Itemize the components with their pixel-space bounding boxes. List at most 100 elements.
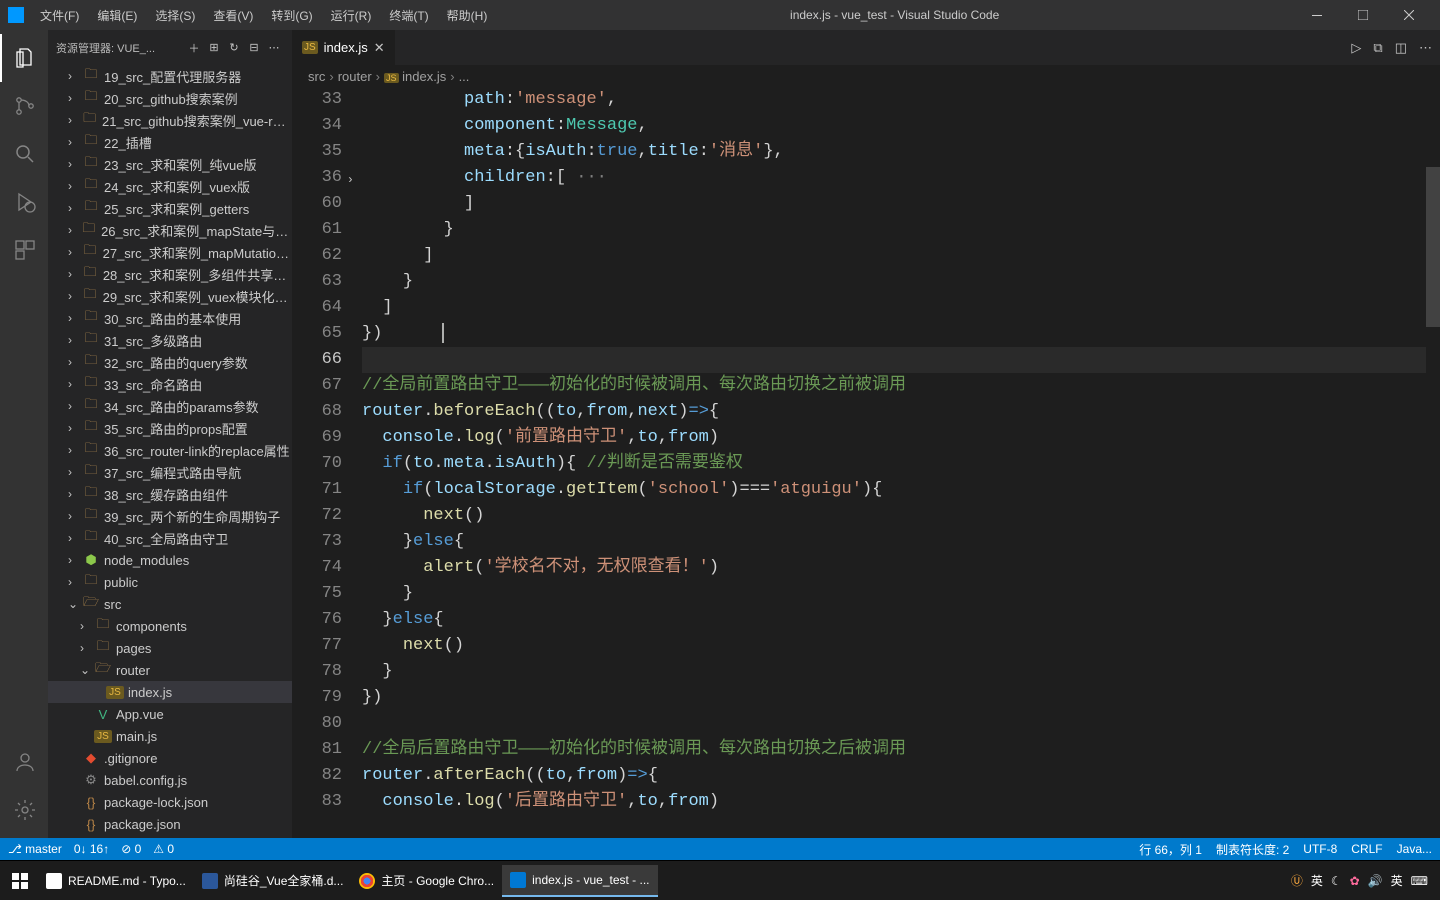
more-icon[interactable]: ⋯ [264,41,284,54]
code-line[interactable]: }) [362,685,1426,711]
editor-body[interactable]: 33343536›6061626364656667686970717273747… [292,87,1440,838]
code[interactable]: path:'message', component:Message, meta:… [362,87,1426,838]
tree-item[interactable]: ›🗀27_src_求和案例_mapMutations... [48,241,292,263]
status-errors[interactable]: ⊘ 0 [121,842,141,856]
code-line[interactable]: component:Message, [362,113,1426,139]
code-line[interactable]: next() [362,503,1426,529]
status-sync[interactable]: 0↓ 16↑ [74,842,109,856]
menu-item[interactable]: 转到(G) [263,3,320,28]
code-line[interactable]: } [362,581,1426,607]
tree-item[interactable]: VApp.vue [48,703,292,725]
breadcrumb-item[interactable]: ... [459,69,470,84]
tree-item[interactable]: ›🗀24_src_求和案例_vuex版 [48,175,292,197]
tree-item[interactable]: ›🗀40_src_全局路由守卫 [48,527,292,549]
code-line[interactable]: console.log('前置路由守卫',to,from) [362,425,1426,451]
status-tabsize[interactable]: 制表符长度: 2 [1216,841,1289,858]
code-line[interactable]: //全局前置路由守卫———初始化的时候被调用、每次路由切换之前被调用 [362,373,1426,399]
code-line[interactable]: ] [362,191,1426,217]
menu-item[interactable]: 选择(S) [147,3,203,28]
tree-item[interactable]: ›🗀public [48,571,292,593]
tree-item[interactable]: ›🗀35_src_路由的props配置 [48,417,292,439]
menu-item[interactable]: 编辑(E) [89,3,145,28]
taskbar-app[interactable]: 尚硅谷_Vue全家桶.d... [194,865,352,897]
tree-item[interactable]: ›🗀23_src_求和案例_纯vue版 [48,153,292,175]
code-line[interactable]: ] [362,243,1426,269]
code-line[interactable]: //全局后置路由守卫———初始化的时候被调用、每次路由切换之后被调用 [362,737,1426,763]
breadcrumb[interactable]: src›router›JS index.js›... [292,65,1440,87]
code-line[interactable]: } [362,659,1426,685]
tree-item[interactable]: JSmain.js [48,725,292,747]
scrollbar[interactable] [1426,87,1440,838]
activity-search[interactable] [0,130,48,178]
status-lang[interactable]: Java... [1397,842,1432,856]
breadcrumb-item[interactable]: src [308,69,325,84]
compare-icon[interactable]: ⧉ [1373,40,1382,56]
close-button[interactable] [1386,0,1432,30]
tree-item[interactable]: ›🗀20_src_github搜索案例 [48,87,292,109]
activity-explorer[interactable] [0,34,48,82]
code-line[interactable]: next() [362,633,1426,659]
status-cursor[interactable]: 行 66，列 1 [1139,841,1202,858]
activity-debug[interactable] [0,178,48,226]
status-branch[interactable]: ⎇ master [8,842,62,856]
code-line[interactable]: children:[ ··· [362,165,1426,191]
tree-item[interactable]: ›🗀30_src_路由的基本使用 [48,307,292,329]
close-icon[interactable]: ✕ [374,40,385,56]
tab-index-js[interactable]: JS index.js ✕ [292,30,396,65]
tree-item[interactable]: ›🗀components [48,615,292,637]
code-line[interactable]: router.beforeEach((to,from,next)=>{ [362,399,1426,425]
new-folder-icon[interactable]: ⊞ [204,41,224,54]
tree-item[interactable]: {}package-lock.json [48,791,292,813]
tree-item[interactable]: ›🗀33_src_命名路由 [48,373,292,395]
tree-item[interactable]: ›🗀28_src_求和案例_多组件共享数据 [48,263,292,285]
tree-item[interactable]: ›🗀36_src_router-link的replace属性 [48,439,292,461]
status-encoding[interactable]: UTF-8 [1303,842,1337,856]
tree-item[interactable]: JSindex.js [48,681,292,703]
tree-item[interactable]: ›🗀31_src_多级路由 [48,329,292,351]
tray-flower-icon[interactable]: ✿ [1350,874,1360,888]
code-line[interactable] [362,347,1426,373]
refresh-icon[interactable]: ↻ [224,41,244,54]
tree-item[interactable]: ⌄🗁router [48,659,292,681]
tree-item[interactable]: ›🗀21_src_github搜索案例_vue-reso... [48,109,292,131]
taskbar-app[interactable]: index.js - vue_test - ... [502,865,657,897]
activity-settings[interactable] [0,786,48,834]
menu-item[interactable]: 终端(T) [381,3,436,28]
code-line[interactable]: }else{ [362,607,1426,633]
activity-account[interactable] [0,738,48,786]
tray-volume-icon[interactable]: 🔊 [1368,874,1383,888]
taskbar-app[interactable]: README.md - Typo... [38,865,194,897]
status-eol[interactable]: CRLF [1351,842,1382,856]
code-line[interactable]: path:'message', [362,87,1426,113]
new-file-icon[interactable]: ＋ [184,40,204,56]
tree-item[interactable]: ›🗀38_src_缓存路由组件 [48,483,292,505]
fold-icon[interactable]: › [347,167,354,193]
code-line[interactable]: if(localStorage.getItem('school')==='atg… [362,477,1426,503]
tree-item[interactable]: ›🗀34_src_路由的params参数 [48,395,292,417]
tree-item[interactable]: ›🗀32_src_路由的query参数 [48,351,292,373]
menu-item[interactable]: 文件(F) [32,3,87,28]
code-line[interactable] [362,711,1426,737]
code-line[interactable]: }) [362,321,1426,347]
tray-keyboard-icon[interactable]: ⌨ [1411,874,1428,888]
activity-extensions[interactable] [0,226,48,274]
minimize-button[interactable] [1294,0,1340,30]
tree-item[interactable]: ›🗀29_src_求和案例_vuex模块化编码 [48,285,292,307]
split-icon[interactable]: ◫ [1395,40,1407,56]
code-line[interactable]: } [362,217,1426,243]
menu-item[interactable]: 查看(V) [205,3,261,28]
tray-ime-label[interactable]: 英 [1311,872,1323,889]
system-tray[interactable]: Ⓤ 英 ☾ ✿ 🔊 英 ⌨ [1291,872,1436,889]
breadcrumb-item[interactable]: router [338,69,372,84]
more-icon[interactable]: ⋯ [1419,40,1432,56]
collapse-icon[interactable]: ⊟ [244,41,264,54]
menu-item[interactable]: 帮助(H) [439,3,496,28]
tray-ime-icon[interactable]: Ⓤ [1291,872,1303,889]
tree-item[interactable]: ›🗀39_src_两个新的生命周期钩子 [48,505,292,527]
tree-item[interactable]: {}package.json [48,813,292,835]
code-line[interactable]: meta:{isAuth:true,title:'消息'}, [362,139,1426,165]
tree-item[interactable]: ›🗀37_src_编程式路由导航 [48,461,292,483]
tree-item[interactable]: ⌄🗁src [48,593,292,615]
tree-item[interactable]: ›⬢node_modules [48,549,292,571]
tray-moon-icon[interactable]: ☾ [1331,874,1342,888]
